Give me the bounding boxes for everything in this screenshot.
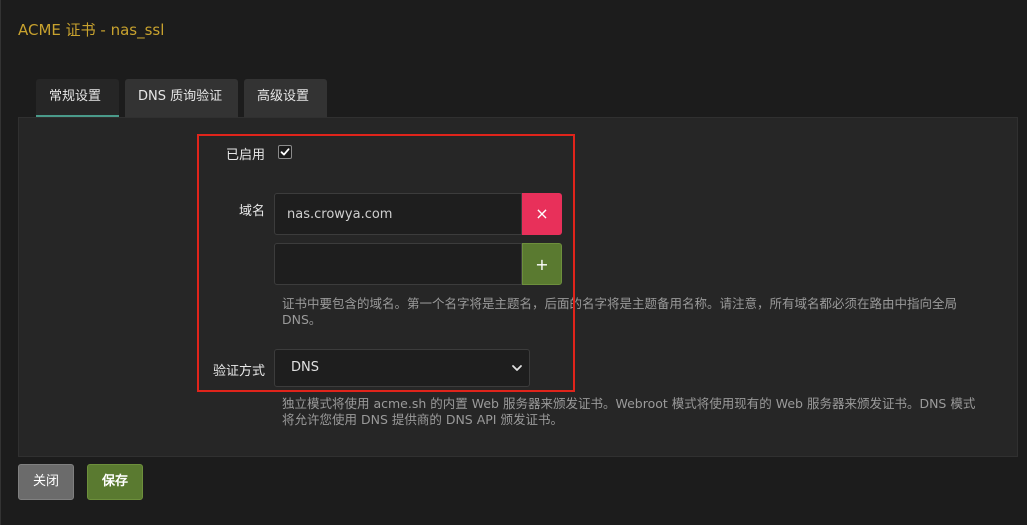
validation-method-label: 验证方式 bbox=[212, 364, 265, 379]
tab-general-settings[interactable]: 常规设置 bbox=[36, 79, 119, 117]
chevron-down-icon bbox=[512, 365, 522, 371]
close-button[interactable]: 关闭 bbox=[18, 464, 74, 500]
enabled-label: 已启用 bbox=[225, 148, 265, 163]
validation-method-select[interactable]: DNS bbox=[274, 349, 530, 387]
checkmark-icon bbox=[280, 148, 290, 156]
close-icon: × bbox=[535, 204, 549, 223]
validation-help-line-2: 将允许您使用 DNS 提供商的 DNS API 颁发证书。 bbox=[282, 412, 563, 427]
add-domain-button[interactable]: + bbox=[522, 243, 562, 285]
domain-help-line-1: 证书中要包含的域名。第一个名字将是主题名，后面的名字将是主题备用名称。请注意，所… bbox=[282, 296, 958, 311]
domain-help-text: 证书中要包含的域名。第一个名字将是主题名，后面的名字将是主题备用名称。请注意，所… bbox=[282, 296, 1012, 328]
validation-method-value: DNS bbox=[291, 360, 319, 375]
remove-domain-button[interactable]: × bbox=[522, 193, 562, 235]
domain-input-2[interactable] bbox=[274, 243, 522, 285]
tab-dns-challenge[interactable]: DNS 质询验证 bbox=[125, 79, 238, 117]
domain-input-1[interactable] bbox=[274, 193, 522, 235]
plus-icon: + bbox=[535, 255, 549, 274]
domain-help-line-2: DNS。 bbox=[282, 312, 322, 327]
dialog-title: ACME 证书 - nas_ssl bbox=[18, 21, 165, 39]
tab-bar: 常规设置 DNS 质询验证 高级设置 bbox=[36, 79, 327, 117]
acme-certificate-dialog: ACME 证书 - nas_ssl 常规设置 DNS 质询验证 高级设置 已启用… bbox=[0, 0, 1027, 525]
enabled-checkbox[interactable] bbox=[278, 145, 292, 159]
domain-label: 域名 bbox=[238, 204, 265, 219]
validation-help-line-1: 独立模式将使用 acme.sh 的内置 Web 服务器来颁发证书。Webroot… bbox=[282, 396, 976, 411]
save-button[interactable]: 保存 bbox=[87, 464, 143, 500]
validation-help-text: 独立模式将使用 acme.sh 的内置 Web 服务器来颁发证书。Webroot… bbox=[282, 396, 1012, 428]
tab-advanced-settings[interactable]: 高级设置 bbox=[244, 79, 327, 117]
